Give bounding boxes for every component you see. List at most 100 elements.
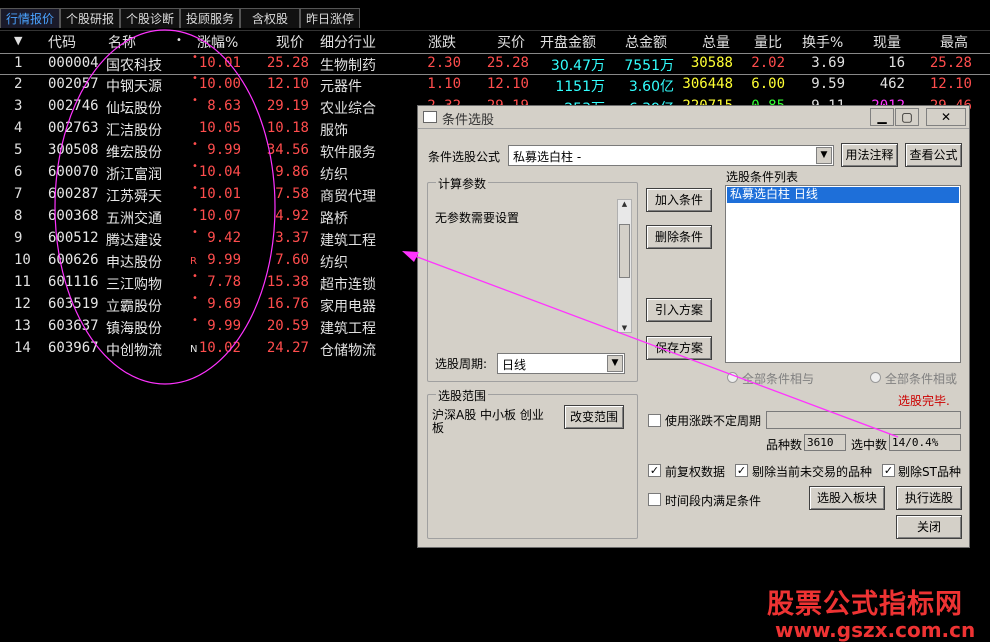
row-index: 1 [14,55,23,71]
header-turnover[interactable]: 换手% [802,32,843,52]
scope-group: 选股范围 沪深A股 中小板 创业板 改变范围 [427,387,638,539]
header-total-amount[interactable]: 总金额 [625,32,667,52]
dialog-title-bar[interactable]: 条件选股 ▁ ▢ ✕ [418,106,969,129]
radio-or[interactable] [870,372,881,383]
stock-name: 维宏股份 [106,145,162,161]
params-group-title: 计算参数 [436,175,489,192]
maximize-icon[interactable]: ▢ [895,108,919,126]
header-open-amount[interactable]: 开盘金额 [540,32,596,52]
stock-code: 603967 [48,340,99,356]
to-block-button[interactable]: 选股入板块 [809,486,885,510]
tab-advisor[interactable]: 投顾服务 [180,8,240,28]
header-name[interactable]: 名称 [108,32,136,52]
header-change[interactable]: 涨跌 [428,32,456,52]
volume-ratio: 6.00 [751,76,785,92]
condition-list-item[interactable]: 私募选白柱 日线 [727,187,959,203]
industry: 生物制药 [320,58,376,74]
top-tab-bar: 行情报价 个股研报 个股诊断 投顾服务 含权股 昨日涨停 [0,0,990,31]
header-high[interactable]: 最高 [940,32,968,52]
row-index: 4 [14,120,23,136]
high-price: 25.28 [929,55,972,71]
exclude-untraded-checkbox[interactable]: ✓ [735,464,748,477]
tab-yesterday-limit[interactable]: 昨日涨停 [300,8,360,28]
stock-code: 600070 [48,164,99,180]
period-select[interactable]: 日线 ▼ [497,353,625,374]
stock-name: 镇海股份 [106,321,162,337]
params-group: 计算参数 无参数需要设置 ▲ ▼ 选股周期: 日线 ▼ [427,175,638,382]
row-index: 5 [14,142,23,158]
params-scrollbar[interactable]: ▲ ▼ [617,199,632,333]
header-price[interactable]: 现价 [276,32,304,52]
bid-price: 12.10 [486,76,529,92]
chevron-down-icon[interactable]: ▼ [607,355,623,372]
tab-diagnosis[interactable]: 个股诊断 [120,8,180,28]
open-amount: 1151万 [555,79,605,95]
usage-note-button[interactable]: 用法注释 [841,143,898,167]
industry: 服饰 [320,123,348,139]
header-industry[interactable]: 细分行业 [320,32,376,52]
header-volume-ratio[interactable]: 量比 [754,32,782,52]
change-pct: 10.02 [198,340,241,356]
radio-and-label: 全部条件相与 [742,372,815,386]
selected-value: 14/0.4% [889,434,961,451]
period-range-field[interactable] [766,411,961,429]
header-pct[interactable]: 涨幅% [197,32,238,52]
table-row[interactable]: 1 000004 国农科技 10.01 25.28 生物制药 2.30 25.28 30.47万… [0,52,990,75]
add-condition-button[interactable]: 加入条件 [646,188,712,212]
import-plan-button[interactable]: 引入方案 [646,298,712,322]
tab-research[interactable]: 个股研报 [60,8,120,28]
delete-condition-button[interactable]: 删除条件 [646,225,712,249]
exclude-st-checkbox[interactable]: ✓ [882,464,895,477]
stock-name: 申达股份 [106,255,162,271]
change-pct: 9.99 [207,142,241,158]
tab-quotes[interactable]: 行情报价 [0,8,60,28]
sort-arrow-icon[interactable]: ▼ [14,34,22,47]
stock-code: 300508 [48,142,99,158]
status-marker: R [190,256,197,267]
header-volume[interactable]: 总量 [702,32,730,52]
scroll-down-icon[interactable]: ▼ [618,324,631,332]
radio-and[interactable] [727,372,738,383]
count-value: 3610 [804,434,846,451]
save-plan-button[interactable]: 保存方案 [646,336,712,360]
header-code[interactable]: 代码 [48,32,76,52]
row-index: 8 [14,208,23,224]
header-current-volume[interactable]: 现量 [873,32,901,52]
header-bid[interactable]: 买价 [497,32,525,52]
scroll-up-icon[interactable]: ▲ [618,200,631,208]
stock-code: 002763 [48,120,99,136]
status-marker: • [192,95,198,106]
table-row[interactable]: 2 002057 中钢天源 10.00 12.10 元器件 1.10 12.10 1151万 3.… [0,73,990,97]
use-period-checkbox[interactable] [648,414,661,427]
current-price: 3.37 [275,230,309,246]
current-price: 9.86 [275,164,309,180]
time-satisfy-checkbox[interactable] [648,493,661,506]
current-price: 29.19 [266,98,309,114]
minimize-icon[interactable]: ▁ [870,108,894,126]
scroll-thumb[interactable] [619,224,630,278]
change-pct: 7.78 [207,274,241,290]
industry: 软件服务 [320,145,376,161]
close-icon[interactable]: ✕ [926,108,966,126]
change-pct: 10.01 [198,186,241,202]
stock-name: 中钢天源 [106,79,162,95]
condition-list[interactable]: 私募选白柱 日线 [725,185,961,363]
status-marker: • [192,271,198,282]
view-formula-button[interactable]: 查看公式 [905,143,962,167]
scope-text: 沪深A股 中小板 创业板 [432,408,544,435]
industry: 农业综合 [320,101,376,117]
pre-adjust-checkbox[interactable]: ✓ [648,464,661,477]
chevron-down-icon[interactable]: ▼ [816,147,832,164]
close-button[interactable]: 关闭 [896,515,962,539]
change-scope-button[interactable]: 改变范围 [564,405,624,429]
status-marker: • [192,315,198,326]
stock-name: 腾达建设 [106,233,162,249]
tab-rights[interactable]: 含权股 [240,8,300,28]
industry: 超市连锁 [320,277,376,293]
formula-select[interactable]: 私募选白柱 - ▼ [508,145,834,166]
change-pct: 9.69 [207,296,241,312]
status-marker: • [192,73,198,84]
execute-button[interactable]: 执行选股 [896,486,962,510]
period-label: 选股周期: [435,357,488,371]
dialog-title: 条件选股 [442,113,495,128]
